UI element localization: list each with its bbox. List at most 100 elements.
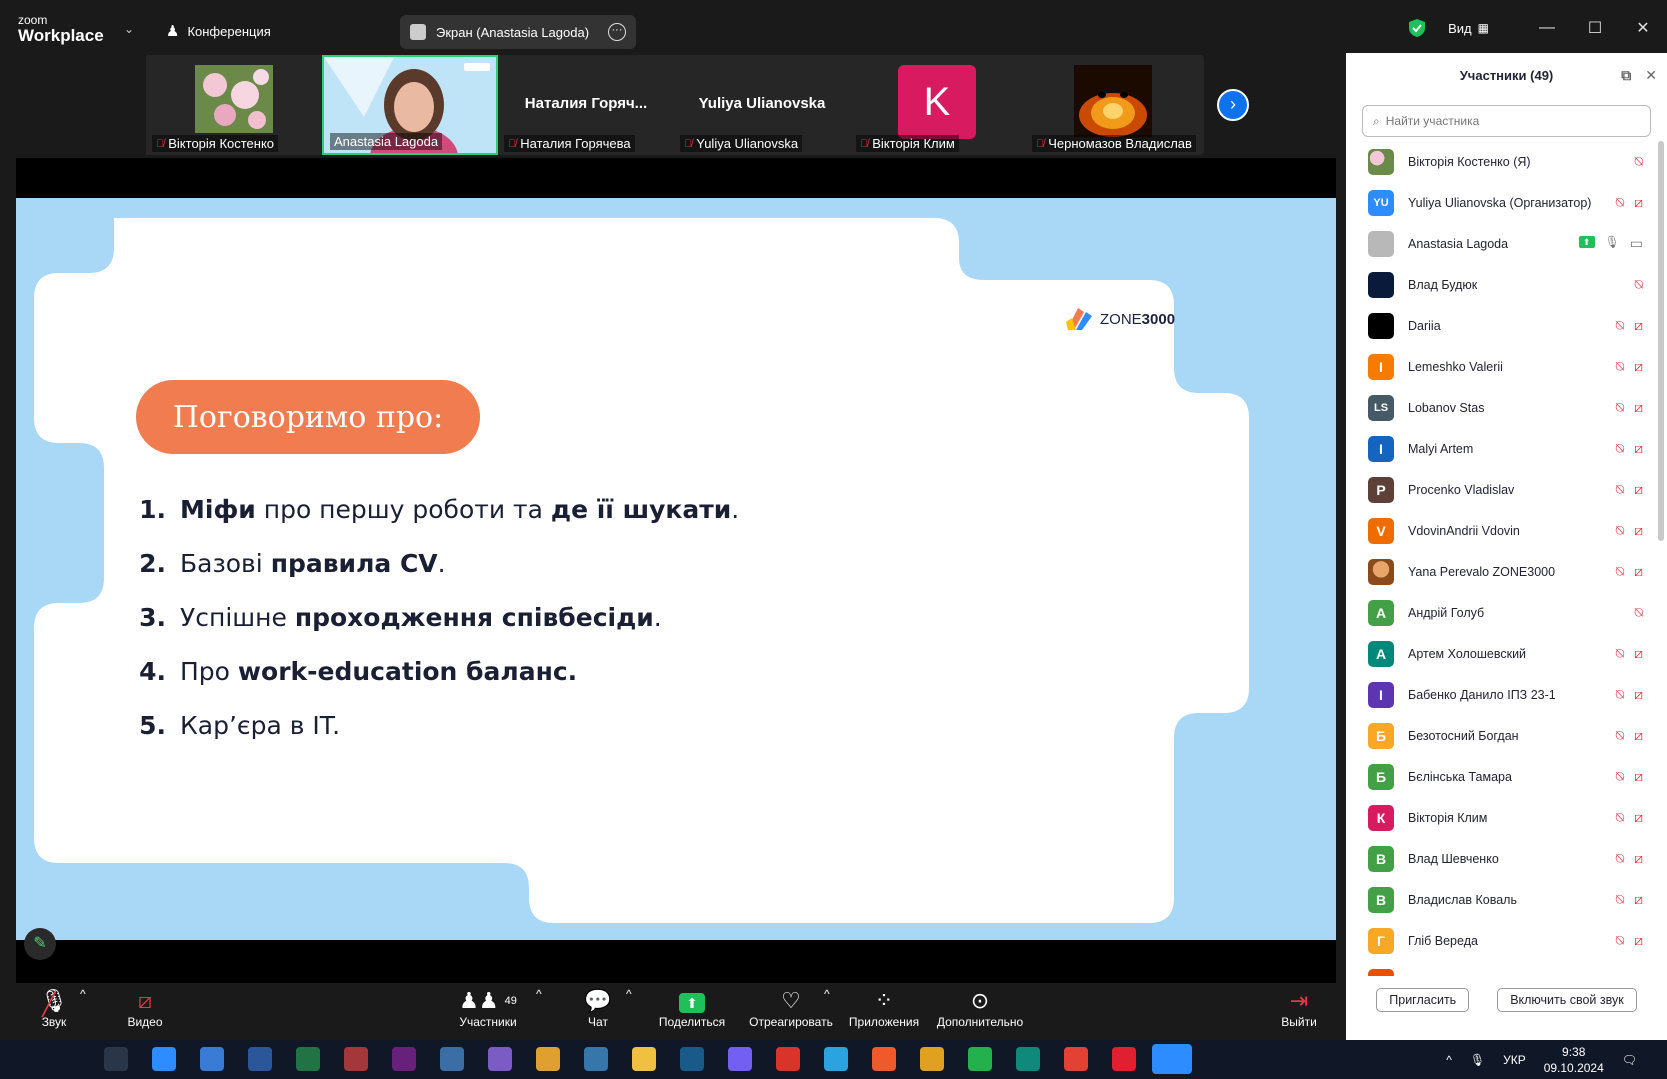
camera-off-icon[interactable]: ⧄: [1634, 891, 1643, 908]
mic-muted-icon[interactable]: ⍉: [1616, 358, 1624, 375]
camera-off-icon[interactable]: ⧄: [1634, 727, 1643, 744]
brave-icon[interactable]: [872, 1047, 896, 1071]
telegram-icon[interactable]: [824, 1047, 848, 1071]
mic-muted-icon[interactable]: ⍉: [1616, 563, 1624, 580]
mic-muted-icon[interactable]: ⍉: [1616, 932, 1624, 949]
conference-menu[interactable]: ♟ Конференция: [166, 22, 271, 40]
chat-button[interactable]: 💬 Чат: [580, 987, 616, 1029]
chat-caret-icon[interactable]: ^: [626, 987, 632, 1001]
network-icon[interactable]: [440, 1047, 464, 1071]
minimize-icon[interactable]: —: [1523, 19, 1571, 37]
mic-muted-icon[interactable]: ⍉: [1635, 153, 1643, 170]
participants-caret-icon[interactable]: ^: [536, 987, 542, 1001]
share-button[interactable]: ⬆ Поделиться: [656, 987, 728, 1029]
camera-off-icon[interactable]: ⧄: [1634, 686, 1643, 703]
maximize-icon[interactable]: ☐: [1571, 18, 1619, 38]
more-options-icon[interactable]: ···: [608, 23, 626, 41]
apps-button[interactable]: ⁘ Приложения: [846, 987, 922, 1029]
participant-row[interactable]: А Андрій Голуб ⍉: [1346, 592, 1667, 633]
mic-muted-icon[interactable]: ⍉: [1616, 850, 1624, 867]
camera-off-icon[interactable]: ⧄: [1634, 809, 1643, 826]
mic-muted-icon[interactable]: ⍉: [1616, 891, 1624, 908]
mic-muted-icon[interactable]: ⍉: [1616, 481, 1624, 498]
mic-muted-icon[interactable]: ⍉: [1616, 440, 1624, 457]
camera-off-icon[interactable]: ⧄: [1634, 481, 1643, 498]
audio-options-caret-icon[interactable]: ^: [80, 987, 86, 1001]
mic-muted-icon[interactable]: ⍉: [1616, 317, 1624, 334]
paint-icon[interactable]: [536, 1047, 560, 1071]
chevron-up-icon[interactable]: ^: [1446, 1053, 1452, 1067]
thumbnail-nataliia-horiacheva[interactable]: Наталия Горяч... 🎙̸ Наталия Горячева: [498, 55, 674, 155]
participant-row[interactable]: Влад Будюк ⍉: [1346, 264, 1667, 305]
participant-list-scrollbar[interactable]: [1658, 141, 1664, 541]
react-caret-icon[interactable]: ^: [824, 987, 830, 1001]
camera-off-icon[interactable]: ⧄: [1634, 440, 1643, 457]
language-indicator[interactable]: УКР: [1503, 1053, 1526, 1067]
word-icon[interactable]: [248, 1047, 272, 1071]
camera-off-icon[interactable]: ⧄: [1634, 932, 1643, 949]
participant-row[interactable]: І Бабенко Данило ІПЗ 23-1 ⍉ ⧄: [1346, 674, 1667, 715]
participant-row[interactable]: В Владислав Коваль ⍉ ⧄: [1346, 879, 1667, 920]
mic-muted-icon[interactable]: ⍉: [1616, 973, 1624, 976]
xbox-icon[interactable]: [968, 1047, 992, 1071]
wps-icon[interactable]: [776, 1047, 800, 1071]
mic-muted-icon[interactable]: ⍉: [1635, 604, 1643, 621]
zoom-icon[interactable]: [1152, 1044, 1192, 1074]
camera-off-icon[interactable]: ⧄: [1634, 645, 1643, 662]
participant-row[interactable]: Anastasia Lagoda ⬆ 🎙 ▭: [1346, 223, 1667, 264]
thumbnail-yuliya-ulianovska[interactable]: Yuliya Ulianovska 🎙̸ Yuliya Ulianovska: [674, 55, 850, 155]
mic-muted-icon[interactable]: ⍉: [1616, 686, 1624, 703]
participant-row[interactable]: I Lemeshko Valerii ⍉ ⧄: [1346, 346, 1667, 387]
participant-row[interactable]: Вікторія Костенко (Я) ⍉: [1346, 141, 1667, 182]
security-shield-icon[interactable]: [1408, 18, 1426, 38]
unmute-myself-button[interactable]: Включить свой звук: [1497, 988, 1637, 1012]
notifications-icon[interactable]: 🗨: [1622, 1053, 1637, 1067]
camera-off-icon[interactable]: ⧄: [1634, 973, 1643, 976]
mic-muted-icon[interactable]: ⍉: [1616, 727, 1624, 744]
invite-button[interactable]: Пригласить: [1376, 988, 1470, 1012]
camera-off-icon[interactable]: ⧄: [1634, 563, 1643, 580]
camera-off-icon[interactable]: ⧄: [1634, 194, 1643, 211]
mic-muted-icon[interactable]: ⍉: [1616, 399, 1624, 416]
camera-off-icon[interactable]: ⧄: [1634, 317, 1643, 334]
excel-icon[interactable]: [296, 1047, 320, 1071]
participant-row[interactable]: ггнездилова карина 623-1⍉⧄: [1346, 961, 1667, 976]
leave-button[interactable]: ⇥ Выйти: [1276, 987, 1322, 1029]
camera-off-icon[interactable]: ⧄: [1634, 399, 1643, 416]
file-explorer-icon[interactable]: [632, 1047, 656, 1071]
mail-icon[interactable]: [152, 1047, 176, 1071]
mic-muted-icon[interactable]: ⍉: [1635, 276, 1643, 293]
react-button[interactable]: ♡ Отреагировать: [746, 987, 836, 1029]
store-icon[interactable]: [200, 1047, 224, 1071]
participant-row[interactable]: Г Гліб Вереда ⍉ ⧄: [1346, 920, 1667, 961]
participant-row[interactable]: В Влад Шевченко ⍉ ⧄: [1346, 838, 1667, 879]
feather-icon[interactable]: [488, 1047, 512, 1071]
thumbnail-viktoriia-kostenko[interactable]: 🎙̸ Вікторія Костенко: [146, 55, 322, 155]
screen-share-indicator[interactable]: Экран (Anastasia Lagoda) ···: [400, 15, 636, 49]
vpn-icon[interactable]: [680, 1047, 704, 1071]
thumbnail-anastasia-lagoda[interactable]: Anastasia Lagoda: [322, 55, 498, 155]
participant-row[interactable]: А Артем Холошевский ⍉ ⧄: [1346, 633, 1667, 674]
participant-row[interactable]: К Вікторія Клим ⍉ ⧄: [1346, 797, 1667, 838]
zoom-workplace-logo[interactable]: zoom Workplace: [18, 14, 104, 44]
opera-icon[interactable]: [1112, 1047, 1136, 1071]
mic-muted-icon[interactable]: ⍉: [1616, 645, 1624, 662]
participant-row[interactable]: Б Бєлінська Тамара ⍉ ⧄: [1346, 756, 1667, 797]
annotate-pen-icon[interactable]: ✎: [24, 928, 56, 960]
access-icon[interactable]: [344, 1047, 368, 1071]
thumbnail-viktoriia-klym[interactable]: K 🎙̸ Вікторія Клим: [850, 55, 1026, 155]
participant-row[interactable]: P Procenko Vladislav ⍉ ⧄: [1346, 469, 1667, 510]
thumbnail-chernomazov-vladyslav[interactable]: 🎙̸ Черномазов Владислав: [1026, 55, 1202, 155]
more-button[interactable]: ⊙ Дополнительно: [934, 987, 1026, 1029]
chevron-down-icon[interactable]: ⌄: [124, 22, 136, 36]
camera-off-icon[interactable]: ⧄: [1634, 522, 1643, 539]
python-icon[interactable]: [584, 1047, 608, 1071]
edge-icon[interactable]: [1016, 1047, 1040, 1071]
mic-muted-icon[interactable]: ⍉: [1616, 522, 1624, 539]
camera-off-icon[interactable]: ⧄: [1634, 768, 1643, 785]
viber-icon[interactable]: [728, 1047, 752, 1071]
participant-row[interactable]: YU Yuliya Ulianovska (Организатор) ⍉ ⧄: [1346, 182, 1667, 223]
participants-button[interactable]: ♟♟ 49 Участники: [448, 987, 528, 1029]
participant-row[interactable]: V VdovinAndrii Vdovin ⍉ ⧄: [1346, 510, 1667, 551]
close-icon[interactable]: ✕: [1619, 18, 1667, 38]
